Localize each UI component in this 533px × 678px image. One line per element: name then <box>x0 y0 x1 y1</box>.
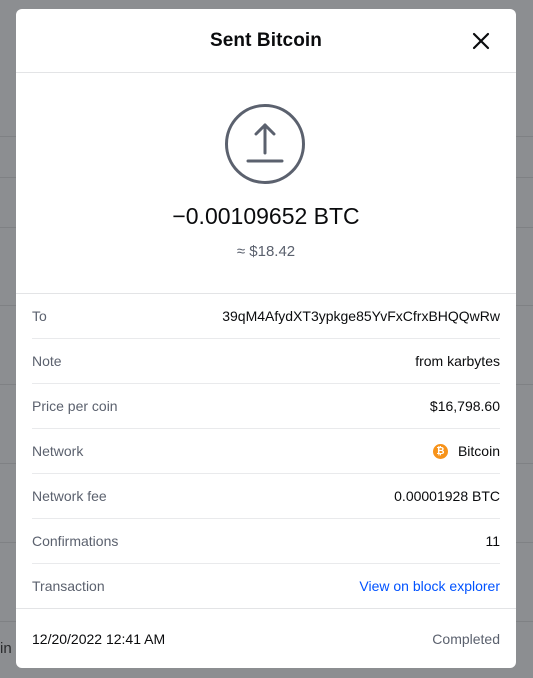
fiat-amount: ≈ $18.42 <box>236 243 296 260</box>
transaction-summary: −0.00109652 BTC ≈ $18.42 <box>16 73 516 294</box>
bitcoin-icon: ₿ <box>432 443 448 459</box>
detail-label: Note <box>32 353 62 369</box>
background-edge-text: in <box>0 640 12 657</box>
network-name: Bitcoin <box>457 443 500 459</box>
detail-label: Price per coin <box>32 398 118 414</box>
upload-arrow-icon <box>225 104 305 184</box>
detail-row-network: Network ₿ Bitcoin <box>32 429 500 474</box>
detail-row-confirmations: Confirmations 11 <box>32 519 500 564</box>
modal-footer: 12/20/2022 12:41 AM Completed <box>16 608 516 668</box>
detail-row-note: Note from karbytes <box>32 339 500 384</box>
crypto-amount: −0.00109652 BTC <box>172 203 360 229</box>
detail-row-transaction: Transaction View on block explorer <box>32 564 500 608</box>
confirmations-value: 11 <box>485 533 500 549</box>
network-value: ₿ Bitcoin <box>432 443 500 459</box>
detail-label: Network <box>32 443 84 459</box>
detail-row-to: To 39qM4AfydXT3ypkge85YvFxCfrxBHQQwRw <box>32 294 500 339</box>
detail-label: Confirmations <box>32 533 119 549</box>
transaction-details: To 39qM4AfydXT3ypkge85YvFxCfrxBHQQwRw No… <box>16 294 516 608</box>
detail-label: To <box>32 308 47 324</box>
detail-label: Transaction <box>32 578 105 594</box>
block-explorer-link[interactable]: View on block explorer <box>359 578 500 594</box>
modal-title: Sent Bitcoin <box>209 29 323 51</box>
status-label: Completed <box>432 630 500 647</box>
note-value: from karbytes <box>415 353 500 369</box>
detail-label: Network fee <box>32 488 107 504</box>
price-value: $16,798.60 <box>429 398 500 414</box>
transaction-detail-modal: Sent Bitcoin −0.00109652 BTC ≈ $18.42 To… <box>16 9 516 668</box>
close-button[interactable] <box>468 28 494 54</box>
detail-row-price: Price per coin $16,798.60 <box>32 384 500 429</box>
fee-value: 0.00001928 BTC <box>394 488 500 504</box>
recipient-address: 39qM4AfydXT3ypkge85YvFxCfrxBHQQwRw <box>222 308 500 324</box>
modal-header: Sent Bitcoin <box>16 9 516 73</box>
close-icon <box>472 32 490 50</box>
detail-row-fee: Network fee 0.00001928 BTC <box>32 474 500 519</box>
transaction-date: 12/20/2022 12:41 AM <box>32 630 166 647</box>
